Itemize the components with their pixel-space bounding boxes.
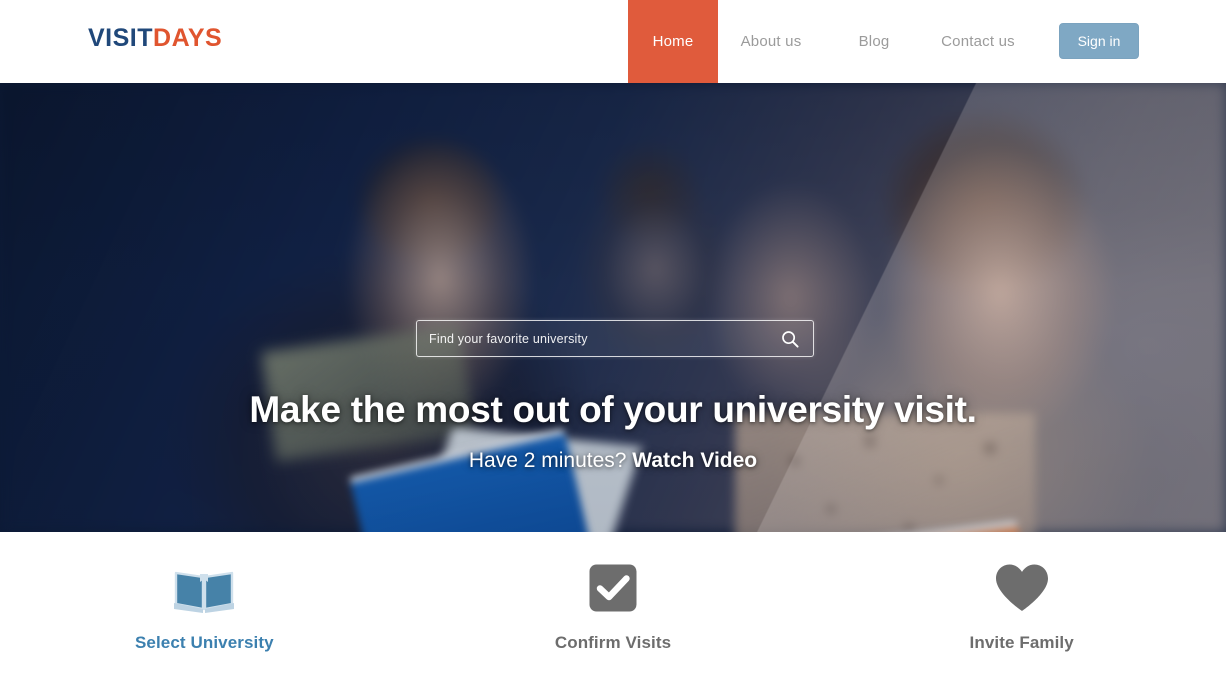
search-input[interactable] (429, 321, 769, 356)
site-header: VISITDAYS Home About us Blog Contact us … (0, 0, 1226, 83)
feature-select-university-label: Select University (134, 633, 274, 652)
search-icon[interactable] (781, 330, 799, 348)
logo-text-days: DAYS (153, 24, 223, 52)
logo-text-visit: VISIT (88, 24, 154, 52)
hero-headline: Make the most out of your university vis… (249, 389, 977, 430)
sign-in-button[interactable]: Sign in (1059, 23, 1139, 59)
feature-confirm-visits-label: Confirm Visits (554, 633, 672, 652)
feature-steps-section: Select University Confirm Visits Invite … (0, 532, 1226, 677)
feature-confirm-visits[interactable]: Confirm Visits (409, 532, 818, 677)
nav-item-blog-label: Blog (858, 33, 890, 50)
open-book-icon (172, 562, 236, 614)
check-square-icon (588, 562, 638, 614)
nav-item-home-label: Home (652, 33, 694, 50)
nav-item-contact-us[interactable]: Contact us (924, 0, 1032, 83)
nav-item-home[interactable]: Home (628, 0, 718, 83)
nav-item-blog[interactable]: Blog (824, 0, 924, 83)
heart-icon (993, 562, 1051, 614)
hero-subheadline-lead: Have 2 minutes? (468, 449, 633, 472)
nav-item-about-us[interactable]: About us (718, 0, 824, 83)
feature-select-university[interactable]: Select University (0, 532, 409, 677)
university-search-box[interactable] (416, 320, 814, 357)
hero-subheadline: Have 2 minutes? Watch Video (0, 449, 1226, 473)
nav-item-contact-us-label: Contact us (941, 33, 1015, 50)
nav-item-about-us-label: About us (740, 33, 802, 50)
sign-in-button-label: Sign in (1077, 33, 1121, 49)
main-navigation: Home About us Blog Contact us (628, 0, 1032, 83)
feature-invite-family-label: Invite Family (969, 633, 1074, 652)
feature-invite-family[interactable]: Invite Family (817, 532, 1226, 677)
watch-video-link[interactable]: Watch Video (632, 449, 757, 472)
site-logo[interactable]: VISITDAYS (88, 26, 222, 51)
hero-banner: Make the most out of your university vis… (0, 83, 1226, 532)
landing-page: VISITDAYS Home About us Blog Contact us … (0, 0, 1226, 677)
